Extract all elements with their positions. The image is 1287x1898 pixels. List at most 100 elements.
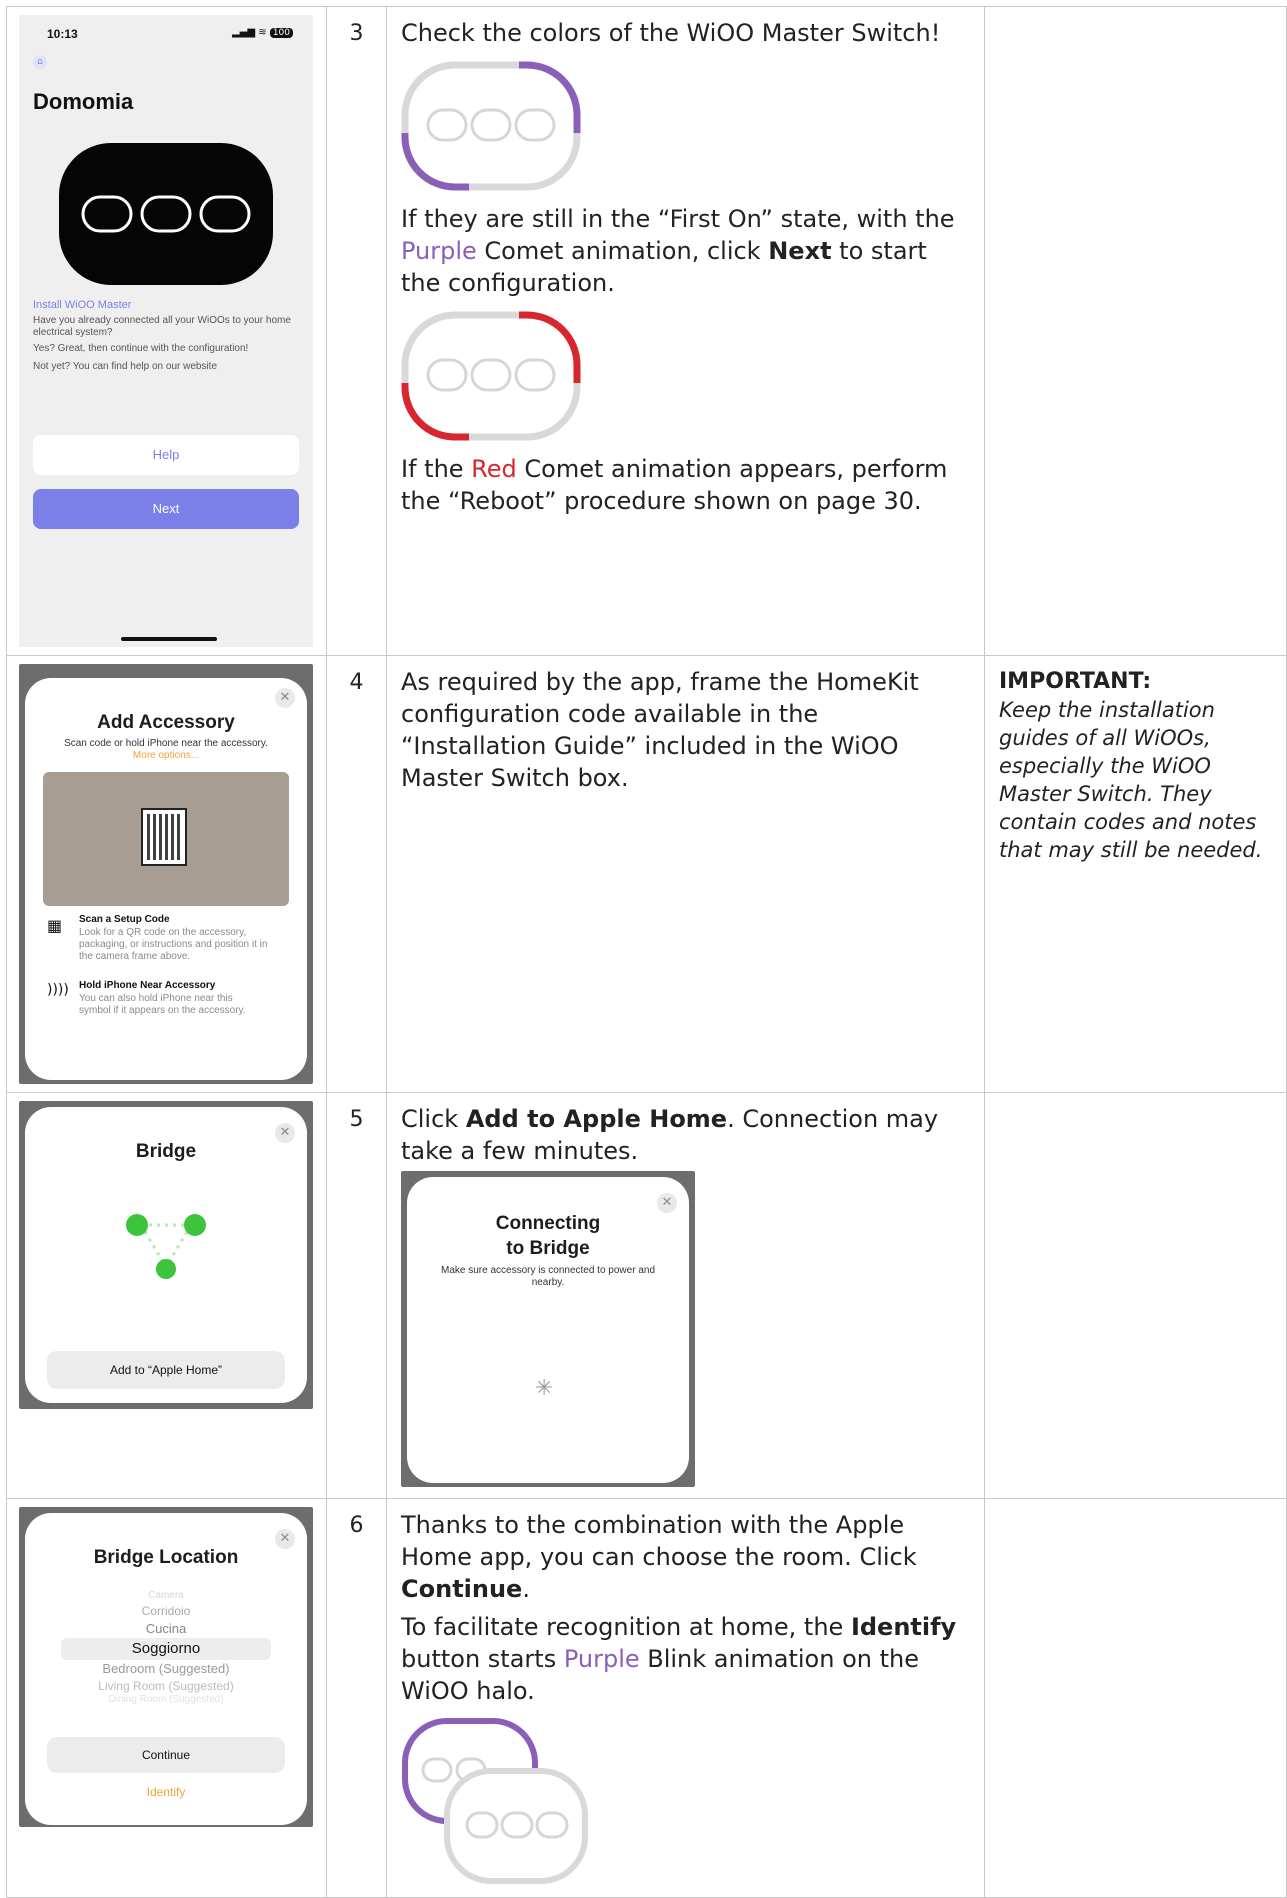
step-number: 5 (326, 1092, 387, 1499)
text-fragment: . (522, 1575, 530, 1603)
text-fragment: If they are still in the “First On” stat… (401, 205, 955, 233)
text-fragment: To facilitate recognition at home, the (401, 1613, 851, 1641)
next-button[interactable]: Next (33, 489, 299, 529)
connecting-screen: ✕ Connecting to Bridge Make sure accessor… (401, 1171, 695, 1487)
important-note: IMPORTANT: Keep the installation guides … (984, 655, 1287, 1093)
room-option[interactable]: Bedroom (Suggested) (61, 1660, 271, 1678)
step-number: 4 (326, 655, 387, 1093)
step6-screenshot-cell: ✕ Bridge Location Camera Corridoio Cucin… (6, 1498, 327, 1898)
purple-word: Purple (401, 237, 477, 265)
connecting-title: Connecting to Bridge (407, 1211, 689, 1261)
intro-text-3: Not yet? You can find help on our websit… (33, 361, 218, 372)
step-row-6: ✕ Bridge Location Camera Corridoio Cucin… (6, 1498, 1287, 1898)
sheet-title: Add Accessory (97, 712, 235, 733)
battery-icon: 100 (269, 28, 293, 38)
step4-description: As required by the app, frame the HomeKi… (386, 655, 985, 1093)
status-time: 10:13 (47, 27, 78, 41)
step5-screenshot-cell: ✕ Bridge Add to “Apple Home” (6, 1092, 327, 1499)
step3-red-text: If the Red Comet animation appears, perf… (401, 453, 970, 517)
camera-viewfinder (43, 772, 289, 906)
close-icon[interactable]: ✕ (275, 1123, 295, 1143)
step-row-4: ✕ Add Accessory Scan code or hold iPhone… (6, 655, 1287, 1093)
step5-description: Click Add to Apple Home. Connection may … (386, 1092, 985, 1499)
intro-text-1: Have you already connected all your WiOO… (33, 315, 291, 338)
purple-comet-halo (401, 61, 581, 191)
purple-comet-graphic (401, 61, 581, 191)
add-accessory-sheet: ✕ Add Accessory Scan code or hold iPhone… (25, 678, 307, 1080)
step3-screenshot-cell: 10:13 ▂▄▆ ≋ 100 ⌂ Domomia Install WiOO M… (6, 6, 327, 656)
add-to-apple-home-word: Add to Apple Home (465, 1105, 728, 1133)
red-comet-graphic (401, 311, 581, 441)
add-accessory-screen: ✕ Add Accessory Scan code or hold iPhone… (19, 664, 313, 1084)
bridge-screen: ✕ Bridge Add to “Apple Home” (19, 1101, 313, 1409)
status-icons: ▂▄▆ ≋ 100 (232, 27, 293, 38)
wifi-icon: ≋ (258, 27, 267, 38)
purple-blink-halo (401, 1717, 591, 1887)
spinner-icon: ✳ (535, 1376, 554, 1401)
note-heading: IMPORTANT: (999, 669, 1152, 694)
step-number: 3 (326, 6, 387, 656)
close-icon[interactable]: ✕ (275, 688, 295, 708)
step5-text: Click Add to Apple Home. Connection may … (401, 1103, 970, 1167)
text-fragment: button starts (401, 1645, 564, 1673)
purple-blink-graphic (402, 1718, 588, 1884)
room-option[interactable]: Cucina (61, 1620, 271, 1638)
domomia-app-screen: 10:13 ▂▄▆ ≋ 100 ⌂ Domomia Install WiOO M… (19, 15, 313, 647)
step-row-5: ✕ Bridge Add to “Apple Home” 5 Click Add… (6, 1092, 1287, 1499)
identify-button[interactable]: Identify (25, 1785, 307, 1799)
app-title: Domomia (33, 89, 134, 114)
wioo-device-image (59, 143, 273, 285)
room-option[interactable]: Camera (61, 1589, 271, 1603)
subtitle-text: Scan code or hold iPhone near the access… (64, 738, 268, 749)
qr-scan-icon: ▦ (47, 916, 63, 935)
bridge-title: Bridge (135, 1141, 197, 1162)
sheet-subtitle: Scan code or hold iPhone near the access… (55, 738, 277, 762)
home-icon[interactable]: ⌂ (33, 55, 47, 69)
step-number: 6 (326, 1498, 387, 1898)
connecting-sheet: ✕ Connecting to Bridge Make sure accessor… (407, 1177, 689, 1483)
step6-text-2: To facilitate recognition at home, the I… (401, 1611, 970, 1707)
room-option-selected[interactable]: Soggiorno (61, 1638, 271, 1660)
bridge-sheet: ✕ Bridge Add to “Apple Home” (25, 1107, 307, 1403)
qr-code-icon (141, 808, 187, 866)
purple-word: Purple (563, 1645, 640, 1673)
red-word: Red (471, 455, 517, 483)
text-fragment: Click (401, 1105, 466, 1133)
step3-note-cell (984, 6, 1287, 656)
step5-note-cell (984, 1092, 1287, 1499)
note-body: Keep the installation guides of all WiOO… (999, 698, 1263, 862)
close-icon[interactable]: ✕ (657, 1193, 677, 1213)
option-nfc-text: You can also hold iPhone near this symbo… (79, 993, 246, 1016)
bridge-location-screen: ✕ Bridge Location Camera Corridoio Cucin… (19, 1507, 313, 1827)
more-options-link[interactable]: More options... (133, 750, 199, 761)
step3-intro: Check the colors of the WiOO Master Swit… (401, 19, 941, 47)
text-fragment: Thanks to the combination with the Apple… (401, 1511, 917, 1571)
signal-icon: ▂▄▆ (231, 27, 256, 38)
option-scan-title: Scan a Setup Code (79, 914, 170, 925)
continue-word: Continue (401, 1575, 523, 1603)
step6-text-1: Thanks to the combination with the Apple… (401, 1509, 970, 1605)
install-link[interactable]: Install WiOO Master (33, 299, 131, 311)
room-picker[interactable]: Camera Corridoio Cucina Soggiorno Bedroo… (61, 1589, 271, 1706)
identify-word: Identify (850, 1613, 957, 1641)
add-to-apple-home-button[interactable]: Add to “Apple Home” (47, 1351, 285, 1389)
step-row-3: 10:13 ▂▄▆ ≋ 100 ⌂ Domomia Install WiOO M… (6, 6, 1287, 656)
room-option[interactable]: Living Room (Suggested) (61, 1678, 271, 1694)
option-nfc-title: Hold iPhone Near Accessory (79, 980, 216, 991)
text-fragment: If the (401, 455, 472, 483)
red-comet-halo (401, 311, 581, 441)
room-option[interactable]: Corridoio (61, 1603, 271, 1620)
option-scan-text: Look for a QR code on the accessory, pac… (79, 927, 268, 962)
room-option[interactable]: Dining Room (Suggested) (61, 1694, 271, 1706)
step6-note-cell (984, 1498, 1287, 1898)
home-indicator (121, 637, 217, 641)
step3-description: Check the colors of the WiOO Master Swit… (386, 6, 985, 656)
continue-button[interactable]: Continue (47, 1737, 285, 1773)
bridge-network-icon (126, 1214, 206, 1279)
bridge-location-sheet: ✕ Bridge Location Camera Corridoio Cucin… (25, 1513, 307, 1825)
help-button[interactable]: Help (33, 435, 299, 475)
intro-text-2: Yes? Great, then continue with the confi… (33, 343, 249, 354)
steps-table: 10:13 ▂▄▆ ≋ 100 ⌂ Domomia Install WiOO M… (6, 6, 1287, 1898)
step6-description: Thanks to the combination with the Apple… (386, 1498, 985, 1898)
close-icon[interactable]: ✕ (275, 1529, 295, 1549)
